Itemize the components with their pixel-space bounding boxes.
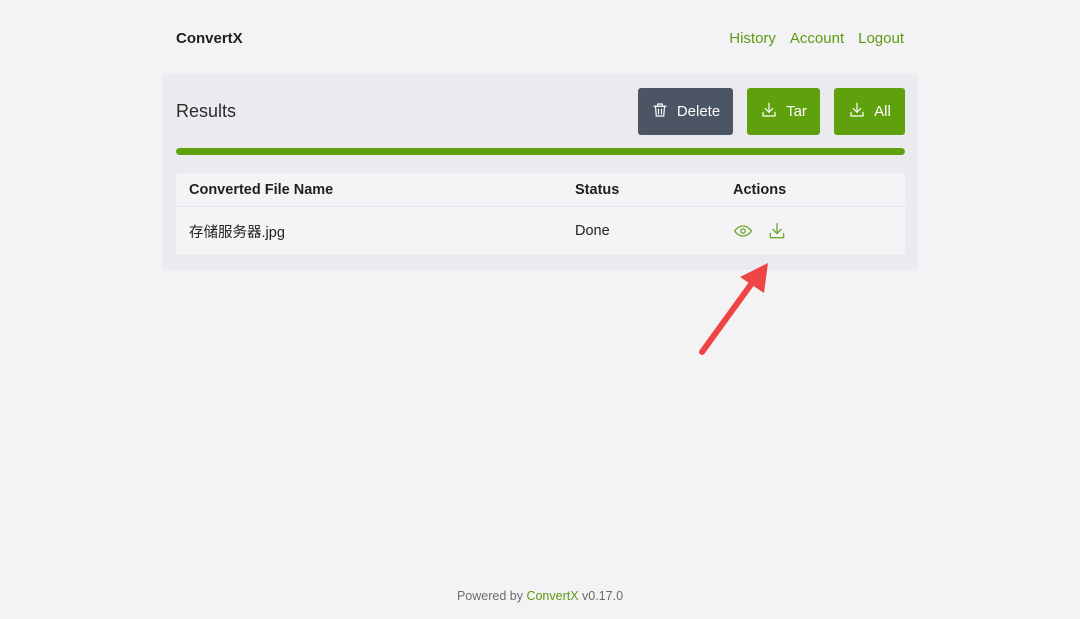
status-cell: Done: [575, 223, 610, 239]
download-icon[interactable]: [767, 221, 787, 241]
table-header: Converted File Name Status Actions: [176, 173, 905, 207]
download-all-button[interactable]: All: [834, 88, 905, 135]
nav-links: History Account Logout: [729, 30, 904, 47]
all-button-label: All: [874, 103, 891, 120]
results-title: Results: [176, 101, 237, 121]
actions-cell: [733, 207, 801, 255]
delete-button-label: Delete: [676, 103, 721, 120]
navbar: ConvertX History Account Logout: [176, 26, 904, 50]
progress-bar: [176, 148, 905, 155]
download-icon: [760, 101, 778, 123]
nav-link-history[interactable]: History: [729, 30, 776, 47]
brand-logo[interactable]: ConvertX: [176, 30, 243, 47]
download-tar-button[interactable]: Tar: [747, 88, 820, 135]
nav-link-account[interactable]: Account: [790, 30, 844, 47]
tar-button-label: Tar: [786, 103, 807, 120]
table-row: 存储服务器.jpg Done: [176, 207, 905, 255]
footer-prefix: Powered by: [456, 589, 523, 603]
eye-icon[interactable]: [733, 221, 753, 241]
trash-icon: [651, 101, 669, 123]
delete-button[interactable]: Delete: [638, 88, 733, 135]
header-file-name: Converted File Name: [189, 181, 334, 198]
footer: Powered by ConvertX v0.17.0: [0, 589, 1080, 603]
header-actions: Actions: [733, 181, 787, 198]
progress-bar-fill: [176, 148, 905, 155]
footer-version: v0.17.0: [582, 589, 624, 603]
results-card: Results Delete Tar All Converted File Na…: [162, 74, 918, 270]
results-table: Converted File Name Status Actions 存储服务器…: [176, 173, 905, 255]
footer-link[interactable]: ConvertX: [526, 589, 578, 603]
file-name-cell: 存储服务器.jpg: [189, 224, 285, 241]
download-icon: [848, 101, 866, 123]
header-status: Status: [575, 181, 620, 198]
nav-link-logout[interactable]: Logout: [858, 30, 904, 47]
annotation-arrow: [699, 263, 768, 355]
